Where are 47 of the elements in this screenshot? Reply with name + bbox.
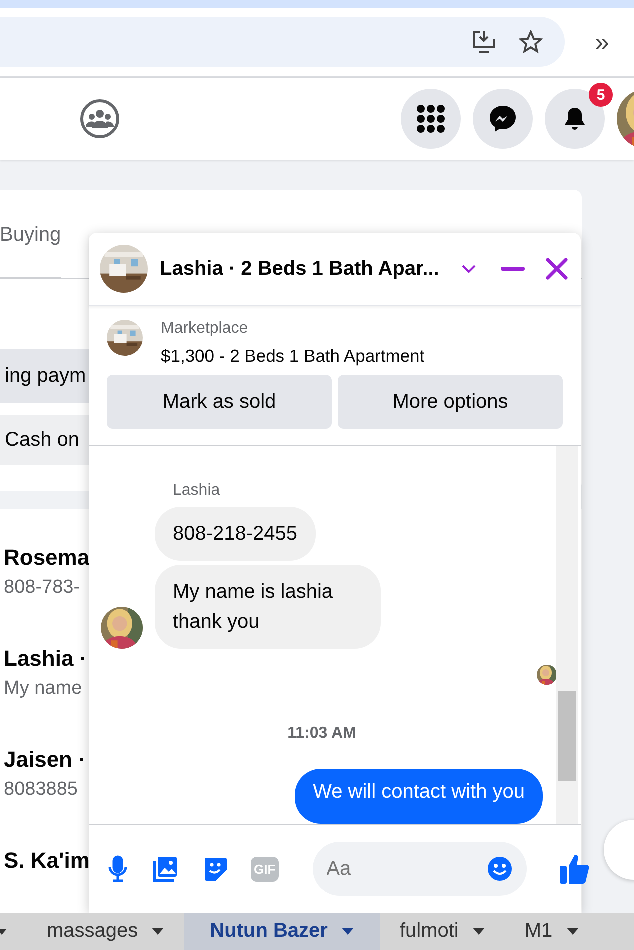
bookmark-folder[interactable]: massages — [27, 913, 184, 950]
conversation-preview: 808-783- — [4, 577, 80, 599]
chat-title[interactable]: Lashia · 2 Beds 1 Bath Apar... — [160, 258, 449, 280]
caret-icon — [0, 928, 7, 934]
listing-source: Marketplace — [161, 320, 250, 338]
message-time: 11:03 AM — [286, 725, 358, 743]
outgoing-message: We will contact with you — [295, 769, 543, 824]
incoming-message: 808-218-2455 — [155, 507, 316, 561]
bookmark-folder[interactable]: M1 — [504, 913, 599, 950]
like-button[interactable] — [558, 853, 591, 885]
conversation-name[interactable]: S. Ka'im — [4, 848, 90, 874]
conversation-name[interactable]: Lashia · — [4, 646, 88, 672]
conversation-preview: My name — [4, 678, 82, 700]
notification-badge: 5 — [589, 83, 613, 107]
listing-action-button[interactable]: More options — [338, 375, 563, 429]
photos-icon — [151, 855, 179, 883]
caret-icon — [152, 928, 164, 935]
grid-icon — [416, 104, 446, 134]
microphone-icon — [107, 855, 129, 883]
caret-icon — [342, 928, 354, 935]
minimize-icon[interactable] — [501, 267, 525, 271]
messenger-icon — [488, 104, 518, 134]
bookmark-folder[interactable]: fulmoti — [380, 913, 505, 950]
emoji-icon[interactable] — [486, 856, 513, 882]
install-icon[interactable] — [471, 29, 497, 55]
buying-tab[interactable]: Buying — [0, 190, 62, 278]
thumbs-up-icon — [558, 853, 591, 885]
overflow-button[interactable]: » — [595, 26, 610, 58]
sender-name: Lashia — [173, 482, 222, 500]
scrollbar[interactable] — [556, 446, 578, 824]
bell-icon — [562, 106, 588, 132]
incoming-message: My name is lashia thank you — [155, 565, 381, 649]
listing-title[interactable]: $1,300 - 2 Beds 1 Bath Apartment — [161, 346, 425, 367]
photo-button[interactable] — [151, 855, 179, 883]
conversation-name[interactable]: Jaisen · — [4, 747, 86, 773]
chevron-icon[interactable] — [461, 264, 477, 274]
mic-button[interactable] — [107, 855, 129, 883]
caret-icon — [472, 928, 485, 935]
conversation-name[interactable]: Rosema — [4, 545, 90, 571]
star-icon[interactable] — [519, 30, 543, 54]
listing-action-button[interactable]: Mark as sold — [107, 375, 332, 429]
caret-icon — [566, 928, 579, 935]
conversation-preview: 8083885 — [4, 779, 78, 801]
group-icon[interactable] — [80, 99, 120, 139]
message-input[interactable]: Aa — [312, 842, 527, 896]
close-icon[interactable] — [545, 257, 569, 281]
bookmark-folder[interactable]: Nutun Bazer — [184, 913, 380, 950]
